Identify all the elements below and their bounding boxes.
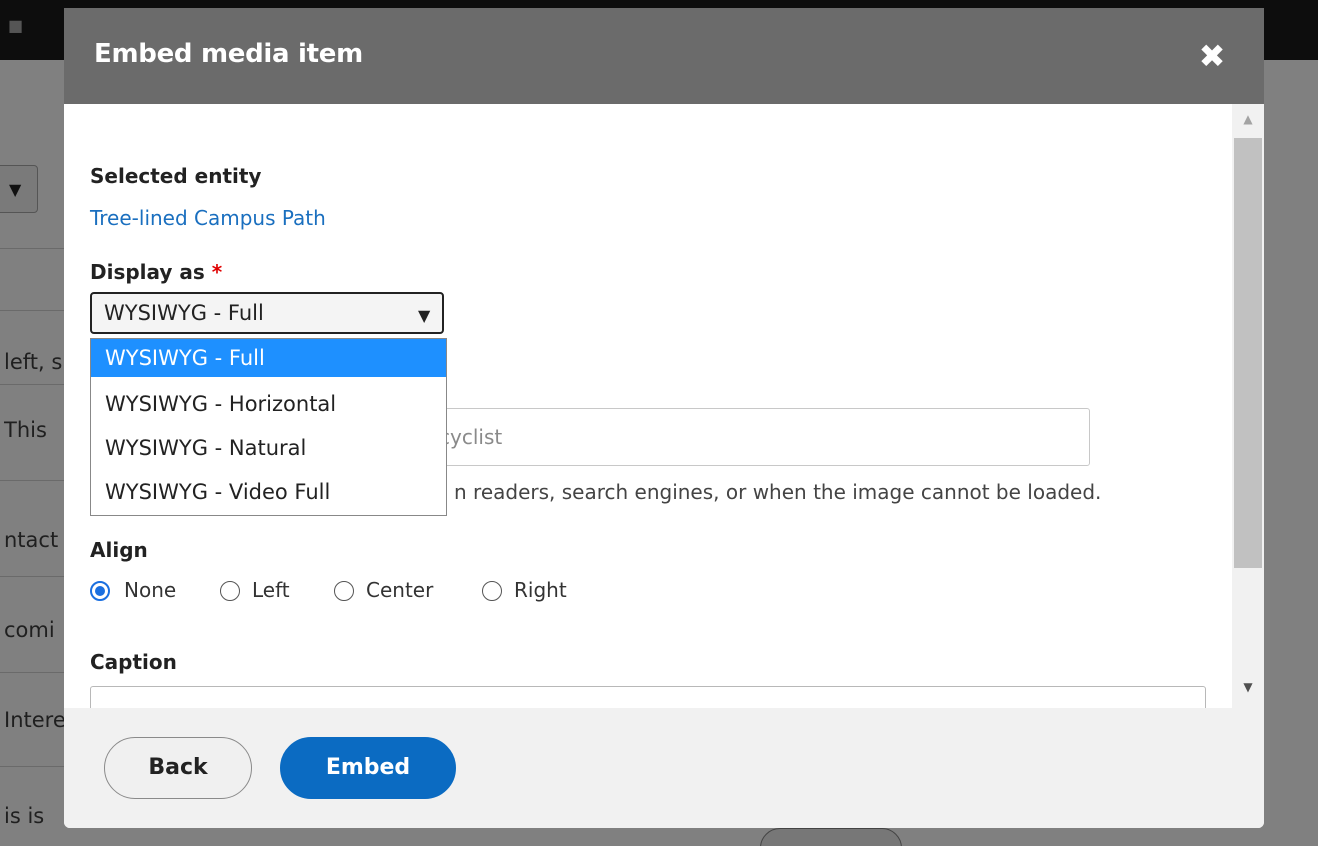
display-as-label: Display as * [90, 260, 222, 284]
align-option-label: None [124, 578, 177, 602]
background-divider [0, 248, 70, 249]
background-select: ▼ [0, 165, 38, 213]
dropdown-option[interactable]: WYSIWYG - Horizontal [91, 385, 446, 423]
dropdown-option[interactable]: WYSIWYG - Full [91, 339, 446, 377]
selected-entity-label: Selected entity [90, 164, 262, 188]
display-as-label-text: Display as [90, 260, 205, 284]
radio-unchecked-icon [482, 581, 502, 601]
background-divider [0, 480, 70, 481]
required-marker: * [211, 260, 223, 284]
dropdown-option[interactable]: WYSIWYG - Video Full [91, 473, 446, 511]
alternative-text-description: n readers, search engines, or when the i… [454, 480, 1102, 504]
scroll-up-icon[interactable]: ▲ [1232, 112, 1264, 126]
scrollbar-thumb[interactable] [1234, 138, 1262, 568]
align-option-label: Center [366, 578, 434, 602]
display-as-dropdown-list: WYSIWYG - Full WYSIWYG - Horizontal WYSI… [90, 338, 447, 516]
background-divider [0, 672, 70, 673]
background-row-text: ntact [4, 528, 59, 552]
chevron-down-icon: ▼ [418, 306, 431, 325]
chevron-down-icon: ▼ [9, 180, 22, 199]
lock-icon: ■ [8, 16, 24, 35]
dialog-header: Embed media item ✖ [64, 8, 1264, 104]
display-as-select[interactable]: WYSIWYG - Full ▼ [90, 292, 444, 334]
caption-input[interactable] [90, 686, 1206, 708]
display-as-select-value: WYSIWYG - Full [104, 301, 264, 325]
dialog-scrollbar[interactable]: ▲ ▼ [1232, 104, 1264, 708]
dropdown-option[interactable]: WYSIWYG - Natural [91, 429, 446, 467]
background-row-text: left, s [4, 350, 63, 374]
background-divider [0, 576, 70, 577]
background-divider [0, 384, 70, 385]
align-option-label: Left [252, 578, 290, 602]
scroll-down-icon[interactable]: ▼ [1232, 680, 1264, 694]
radio-unchecked-icon [220, 581, 240, 601]
background-row-text: This [4, 418, 47, 442]
alternative-text-value: cyclist [439, 425, 503, 449]
background-row-text: Intere [4, 708, 66, 732]
background-button [760, 828, 902, 846]
back-button[interactable]: Back [104, 737, 252, 799]
close-icon[interactable]: ✖ [1194, 38, 1230, 74]
caption-label: Caption [90, 650, 177, 674]
background-row-text: comi [4, 618, 55, 642]
background-divider [0, 310, 70, 311]
background-divider [0, 766, 70, 767]
dialog-footer: Back Embed [64, 708, 1264, 828]
radio-unchecked-icon [334, 581, 354, 601]
dialog-title: Embed media item [94, 39, 363, 69]
selected-entity-link[interactable]: Tree-lined Campus Path [90, 206, 326, 230]
background-row-text: is is [4, 804, 45, 828]
align-option-label: Right [514, 578, 567, 602]
align-label: Align [90, 538, 148, 562]
embed-button[interactable]: Embed [280, 737, 456, 799]
radio-checked-icon [90, 581, 110, 601]
